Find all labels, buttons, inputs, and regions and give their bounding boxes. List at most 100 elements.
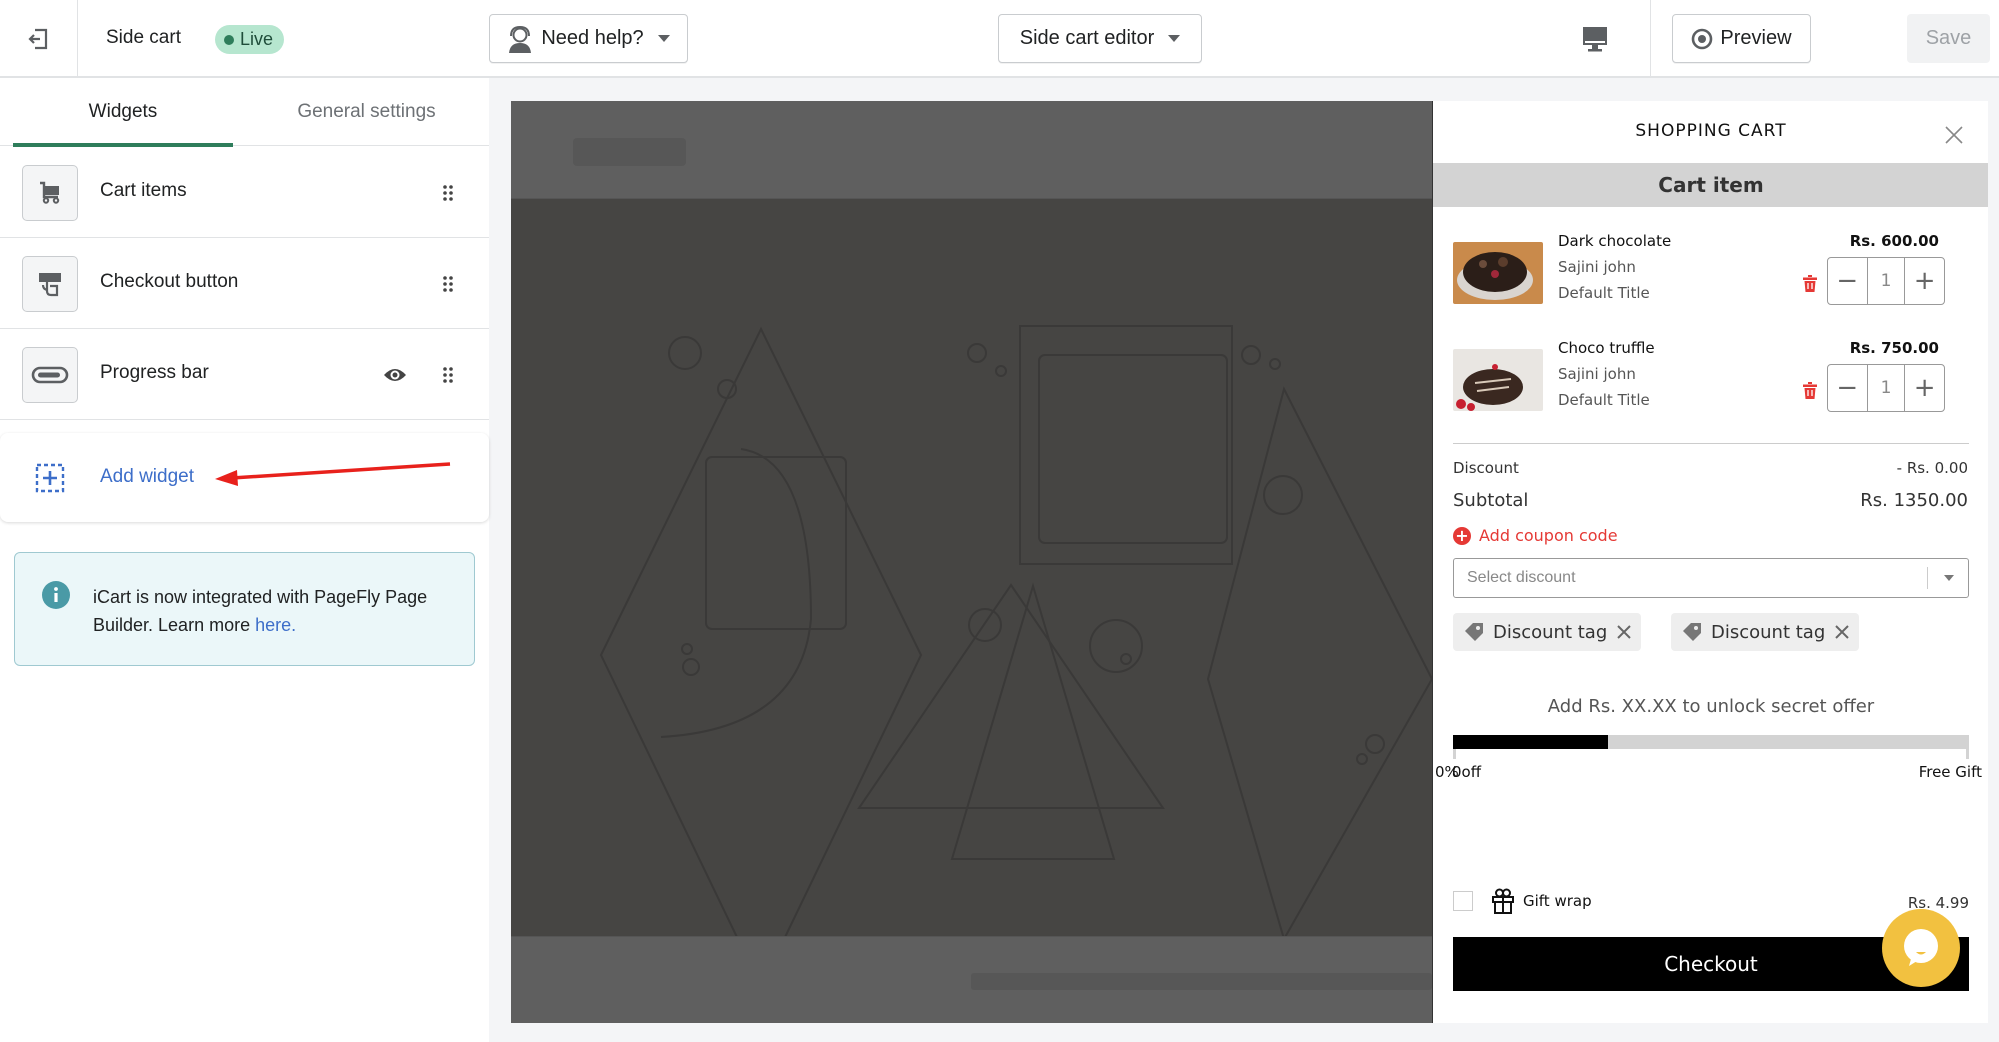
chat-button[interactable] bbox=[1882, 909, 1960, 987]
status-badge-label: Live bbox=[240, 29, 274, 49]
desktop-icon bbox=[1583, 27, 1607, 52]
decrease-quantity-button[interactable]: − bbox=[1828, 365, 1867, 411]
remove-tag-icon[interactable] bbox=[1617, 625, 1631, 639]
tab-widgets[interactable]: Widgets bbox=[13, 78, 233, 147]
trash-icon[interactable] bbox=[1803, 275, 1817, 292]
preview-hero-illustration bbox=[599, 325, 1432, 936]
select-discount-placeholder: Select discount bbox=[1467, 569, 1576, 586]
widget-cart-items[interactable]: Cart items bbox=[0, 147, 489, 238]
product-variant: Default Title bbox=[1558, 284, 1650, 302]
progress-bar-icon bbox=[31, 366, 69, 384]
gift-wrap-row: Gift wrap Rs. 4.99 bbox=[1453, 888, 1969, 918]
sidebar-tabs: Widgets General settings bbox=[0, 78, 489, 147]
info-link[interactable]: here. bbox=[255, 615, 296, 635]
tag-icon bbox=[1465, 623, 1483, 641]
quantity-stepper: − 1 + bbox=[1827, 257, 1945, 305]
add-widget-label: Add widget bbox=[100, 466, 195, 487]
preview-button[interactable]: Preview bbox=[1672, 14, 1811, 63]
add-coupon-label: Add coupon code bbox=[1479, 526, 1618, 545]
increase-quantity-button[interactable]: + bbox=[1905, 258, 1944, 304]
drag-handle-icon[interactable] bbox=[440, 366, 456, 384]
editor-select-label: Side cart editor bbox=[1019, 27, 1155, 49]
preview-footer-placeholder bbox=[971, 973, 1432, 990]
device-toggle[interactable] bbox=[1580, 24, 1610, 54]
quantity-stepper: − 1 + bbox=[1827, 364, 1945, 412]
widget-label: Progress bar bbox=[100, 362, 209, 383]
widget-icon-box bbox=[22, 256, 78, 312]
gift-wrap-label: Gift wrap bbox=[1523, 892, 1592, 910]
need-help-label: Need help? bbox=[541, 27, 644, 49]
exit-button[interactable] bbox=[22, 23, 54, 55]
cart-icon bbox=[40, 181, 60, 204]
close-icon[interactable] bbox=[1943, 124, 1965, 146]
widget-progress-bar[interactable]: Progress bar bbox=[0, 329, 489, 420]
discount-label: Discount bbox=[1453, 459, 1519, 477]
progress-tick bbox=[1453, 749, 1456, 759]
subtotal-value: Rs. 1350.00 bbox=[1860, 490, 1968, 511]
decrease-quantity-button[interactable]: − bbox=[1828, 258, 1867, 304]
add-widget-button[interactable]: Add widget bbox=[0, 433, 489, 522]
gift-wrap-checkbox[interactable] bbox=[1453, 891, 1473, 911]
drag-handle-icon[interactable] bbox=[440, 184, 456, 202]
increase-quantity-button[interactable]: + bbox=[1905, 365, 1944, 411]
add-coupon-link[interactable]: + Add coupon code bbox=[1453, 526, 1618, 545]
info-banner: iCart is now integrated with PageFly Pag… bbox=[14, 552, 475, 666]
editor-select[interactable]: Side cart editor bbox=[998, 14, 1202, 63]
cart-line-item: Choco truffle Sajini john Default Title … bbox=[1453, 339, 1969, 429]
remove-tag-icon[interactable] bbox=[1835, 625, 1849, 639]
discount-value: - Rs. 0.00 bbox=[1896, 459, 1968, 477]
product-vendor: Sajini john bbox=[1558, 258, 1636, 276]
save-button[interactable]: Save bbox=[1907, 14, 1990, 63]
quantity-value[interactable]: 1 bbox=[1866, 365, 1906, 411]
progress-end-label: Free Gift bbox=[1918, 763, 1982, 781]
plus-circle-icon: + bbox=[1453, 526, 1471, 545]
progress-bar-fill bbox=[1453, 735, 1608, 749]
product-price: Rs. 750.00 bbox=[1849, 339, 1939, 357]
progress-bar bbox=[1453, 735, 1969, 749]
preview-footer bbox=[511, 936, 1432, 1023]
product-name: Dark chocolate bbox=[1558, 232, 1672, 250]
widget-icon-box bbox=[22, 347, 78, 403]
progress-tick bbox=[1966, 749, 1969, 759]
side-cart-drawer: SHOPPING CART Cart item Dark chocolate S… bbox=[1432, 101, 1988, 1023]
tag-icon bbox=[1683, 623, 1701, 641]
quantity-value[interactable]: 1 bbox=[1866, 258, 1906, 304]
gift-icon bbox=[1492, 888, 1514, 914]
preview-header bbox=[511, 101, 1432, 199]
cart-section-header: Cart item bbox=[1433, 163, 1988, 207]
exit-icon bbox=[28, 28, 48, 50]
eye-icon[interactable] bbox=[383, 365, 407, 385]
discount-tag-label: Discount tag bbox=[1711, 621, 1826, 643]
need-help-button[interactable]: Need help? bbox=[489, 14, 688, 63]
widget-label: Checkout button bbox=[100, 271, 239, 292]
widget-checkout-button[interactable]: Checkout button bbox=[0, 238, 489, 329]
header-divider bbox=[77, 0, 78, 78]
product-price: Rs. 600.00 bbox=[1849, 232, 1939, 250]
preview-logo-placeholder bbox=[573, 138, 686, 166]
top-bar: Side cart Live Need help? Side cart edit… bbox=[0, 0, 1999, 78]
chevron-down-icon bbox=[1944, 575, 1954, 581]
subtotal-label: Subtotal bbox=[1453, 490, 1529, 511]
sidebar: Widgets General settings Cart items Chec… bbox=[0, 78, 489, 1042]
support-agent-icon bbox=[509, 25, 532, 53]
chevron-down-icon bbox=[657, 35, 670, 42]
status-badge: Live bbox=[215, 25, 285, 54]
status-dot-icon bbox=[224, 34, 234, 45]
discount-tag: Discount tag bbox=[1453, 613, 1642, 651]
app-title: Side cart bbox=[106, 27, 181, 48]
divider bbox=[1453, 443, 1969, 444]
drag-handle-icon[interactable] bbox=[440, 275, 456, 293]
discount-tag-label: Discount tag bbox=[1493, 621, 1608, 643]
chevron-down-icon bbox=[1168, 35, 1181, 42]
checkout-tap-icon bbox=[39, 273, 61, 297]
trash-icon[interactable] bbox=[1803, 382, 1817, 399]
product-vendor: Sajini john bbox=[1558, 365, 1636, 383]
info-text: iCart is now integrated with PageFly Pag… bbox=[93, 583, 453, 639]
select-discount-dropdown[interactable]: Select discount bbox=[1453, 558, 1969, 598]
widget-label: Cart items bbox=[100, 180, 187, 201]
cart-line-item: Dark chocolate Sajini john Default Title… bbox=[1453, 232, 1969, 322]
tab-general-settings[interactable]: General settings bbox=[244, 78, 489, 146]
header-divider bbox=[1650, 0, 1651, 78]
cart-title: SHOPPING CART bbox=[1635, 121, 1787, 141]
discount-tag: Discount tag bbox=[1671, 613, 1860, 651]
